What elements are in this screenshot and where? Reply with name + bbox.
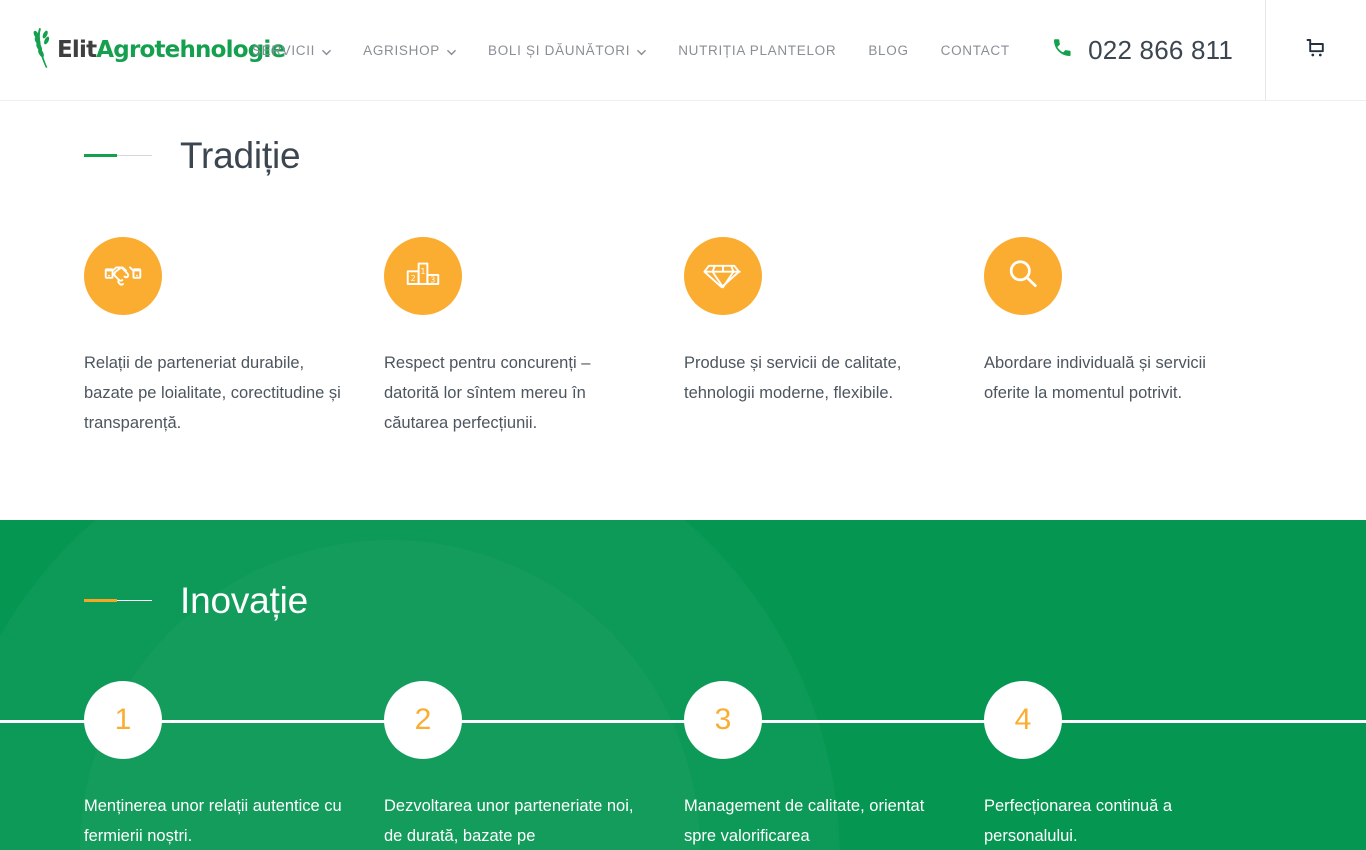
cart-button[interactable] xyxy=(1266,0,1366,100)
logo-word-elit: Elit xyxy=(57,36,97,63)
inovatie-steps: 1 Menținerea unor relații autentice cu f… xyxy=(0,681,1366,850)
step-number-badge: 3 xyxy=(684,681,762,759)
nav-label: CONTACT xyxy=(940,42,1010,58)
svg-text:2: 2 xyxy=(411,273,416,282)
inovatie-step: 4 Perfecționarea continuă a personalului… xyxy=(984,681,1284,850)
phone-number: 022 866 811 xyxy=(1088,34,1233,65)
traditie-section: Tradiție Relații de parteneriat durabile… xyxy=(0,101,1366,520)
dash-strong xyxy=(84,599,117,602)
traditie-heading-row: Tradiție xyxy=(0,137,1366,174)
step-number-badge: 4 xyxy=(984,681,1062,759)
heading-dash-accent xyxy=(84,154,152,157)
nav-item-nutritia-plantelor[interactable]: NUTRIȚIA PLANTELOR xyxy=(662,37,852,64)
wheat-stalk-icon xyxy=(32,26,56,75)
traditie-icon-circle xyxy=(84,237,162,315)
nav-label: SERVICII xyxy=(252,42,316,58)
step-text: Management de calitate, orientat spre va… xyxy=(684,797,925,845)
inovatie-step: 2 Dezvoltarea unor parteneriate noi, de … xyxy=(384,681,684,850)
step-number-badge: 2 xyxy=(384,681,462,759)
svg-text:1: 1 xyxy=(421,267,426,276)
chevron-down-icon xyxy=(637,45,647,55)
dash-weak xyxy=(117,155,152,156)
nav-label: NUTRIȚIA PLANTELOR xyxy=(678,42,837,58)
site-header: ElitAgrotehnologie SERVICII AGRISHOP BOL… xyxy=(0,0,1366,101)
inovatie-title: Inovație xyxy=(180,580,308,621)
traditie-card: 1 2 3 Respect pentru concurenți – datori… xyxy=(384,237,684,438)
step-number: 2 xyxy=(414,703,432,736)
inovatie-step: 3 Management de calitate, orientat spre … xyxy=(684,681,984,850)
step-text: Menținerea unor relații autentice cu fer… xyxy=(84,797,342,845)
dash-strong xyxy=(84,154,117,157)
site-logo[interactable]: ElitAgrotehnologie xyxy=(32,26,286,75)
svg-text:3: 3 xyxy=(430,275,435,284)
phone-link[interactable]: 022 866 811 xyxy=(1022,0,1266,100)
traditie-card: Abordare individuală și servicii oferite… xyxy=(984,237,1284,438)
traditie-card: Produse și servicii de calitate, tehnolo… xyxy=(684,237,984,438)
nav-item-blog[interactable]: BLOG xyxy=(852,37,924,64)
inovatie-section: Inovație 1 Menținerea unor relații auten… xyxy=(0,520,1366,850)
shopping-cart-icon xyxy=(1302,34,1330,67)
handshake-icon xyxy=(103,254,143,299)
traditie-icon-circle xyxy=(684,237,762,315)
step-number: 4 xyxy=(1014,703,1032,736)
phone-icon xyxy=(1050,35,1075,65)
chevron-down-icon xyxy=(322,45,331,55)
traditie-title: Tradiție xyxy=(180,135,301,176)
traditie-card: Relații de parteneriat durabile, bazate … xyxy=(84,237,384,438)
inovatie-heading-row: Inovație xyxy=(0,582,1366,619)
nav-label: BLOG xyxy=(868,42,909,58)
header-utilities: 022 866 811 xyxy=(1022,0,1366,100)
magnifier-search-icon xyxy=(1003,254,1043,299)
dash-weak xyxy=(117,600,152,601)
chevron-down-icon xyxy=(447,45,456,55)
traditie-icon-circle: 1 2 3 xyxy=(384,237,462,315)
traditie-card-grid: Relații de parteneriat durabile, bazate … xyxy=(0,237,1366,438)
traditie-card-text: Abordare individuală și servicii oferite… xyxy=(984,354,1206,402)
step-text: Perfecționarea continuă a personalului. xyxy=(984,797,1173,845)
nav-item-agrishop[interactable]: AGRISHOP xyxy=(347,37,472,64)
nav-item-boli-si-daunatori[interactable]: BOLI ȘI DĂUNĂTORI xyxy=(472,37,662,64)
step-number-badge: 1 xyxy=(84,681,162,759)
nav-label: BOLI ȘI DĂUNĂTORI xyxy=(488,42,631,58)
traditie-card-text: Respect pentru concurenți – datorită lor… xyxy=(384,354,591,432)
nav-item-servicii[interactable]: SERVICII xyxy=(236,37,347,64)
traditie-card-text: Produse și servicii de calitate, tehnolo… xyxy=(684,354,902,402)
nav-label: AGRISHOP xyxy=(363,42,440,58)
podium-ranking-icon: 1 2 3 xyxy=(403,254,443,299)
inovatie-step: 1 Menținerea unor relații autentice cu f… xyxy=(84,681,384,850)
step-number: 1 xyxy=(114,703,132,736)
diamond-icon xyxy=(703,254,743,299)
main-navigation: SERVICII AGRISHOP BOLI ȘI DĂUNĂTORI NUTR… xyxy=(236,37,1026,64)
nav-item-contact[interactable]: CONTACT xyxy=(925,37,1026,64)
traditie-icon-circle xyxy=(984,237,1062,315)
traditie-card-text: Relații de parteneriat durabile, bazate … xyxy=(84,354,341,432)
heading-dash-accent xyxy=(84,599,152,602)
step-text: Dezvoltarea unor parteneriate noi, de du… xyxy=(384,797,634,845)
step-number: 3 xyxy=(714,703,732,736)
